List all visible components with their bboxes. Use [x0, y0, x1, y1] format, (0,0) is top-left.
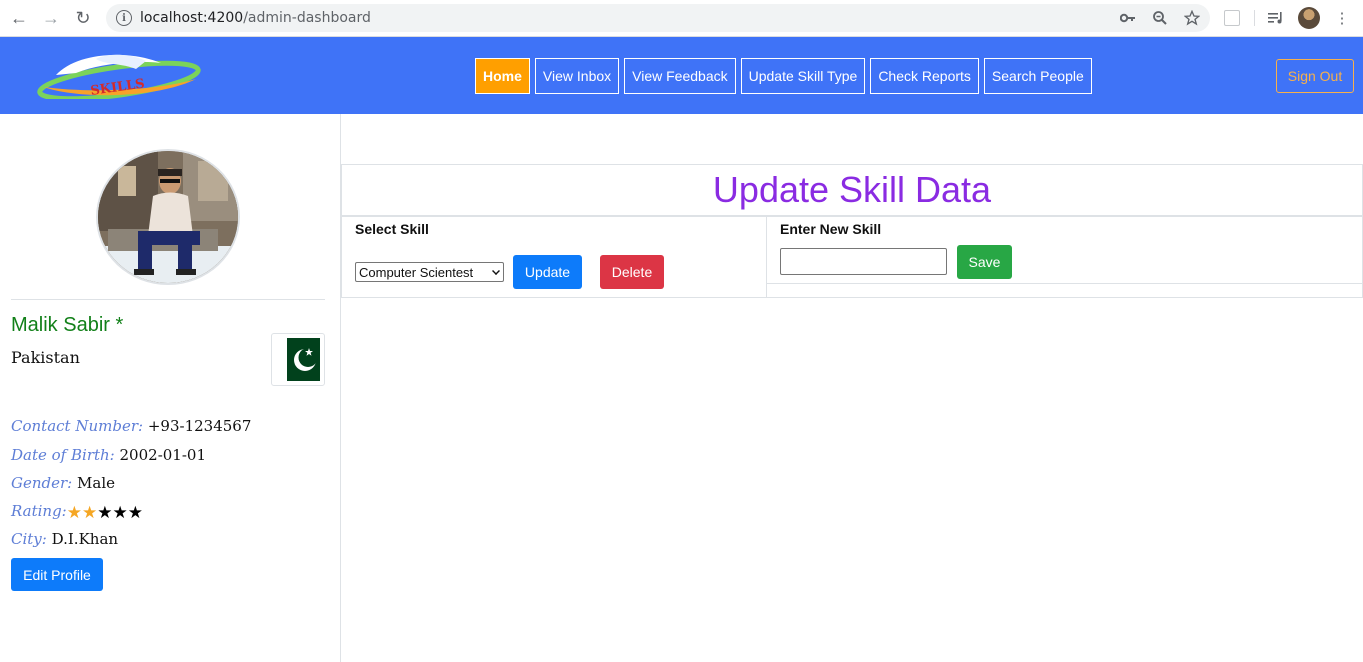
star-empty-icon: ★ — [112, 503, 128, 523]
user-country: Pakistan — [11, 348, 80, 367]
address-bar[interactable]: i localhost:4200/admin-dashboard — [106, 4, 1210, 32]
forward-icon[interactable]: → — [40, 7, 62, 29]
nav-check-reports[interactable]: Check Reports — [870, 58, 979, 94]
gender-label: Gender: — [11, 474, 73, 492]
app-navbar: SKILLS Home View Inbox View Feedback Upd… — [0, 37, 1363, 114]
nav-view-feedback[interactable]: View Feedback — [624, 58, 736, 94]
dob-label: Date of Birth: — [11, 446, 115, 464]
nav-links: Home View Inbox View Feedback Update Ski… — [475, 58, 1092, 94]
dob-row: Date of Birth: 2002-01-01 — [11, 446, 206, 464]
star-filled-icon: ★ — [66, 503, 82, 523]
user-name: Malik Sabir * — [11, 314, 124, 336]
skills-logo[interactable]: SKILLS — [36, 51, 202, 102]
site-info-icon[interactable]: i — [116, 10, 132, 26]
new-skill-panel: Enter New Skill Save — [766, 216, 1363, 284]
chevron-down-icon — [492, 267, 500, 275]
star-empty-icon: ★ — [97, 503, 113, 523]
key-icon[interactable] — [1118, 8, 1138, 28]
back-icon[interactable]: ← — [8, 7, 30, 29]
rating-stars: ★ ★ ★ ★ ★ — [67, 505, 143, 522]
city-value: D.I.Khan — [51, 530, 119, 548]
contact-number-label: Contact Number: — [11, 417, 144, 435]
nav-view-inbox[interactable]: View Inbox — [534, 58, 620, 94]
sign-out-button[interactable]: Sign Out — [1276, 59, 1354, 93]
star-bookmark-icon[interactable] — [1182, 8, 1202, 28]
extension-icon[interactable] — [1224, 10, 1240, 26]
browser-toolbar: ← → ↻ i localhost:4200/admin-dashboard ⋮ — [0, 0, 1363, 37]
skill-select-value: Computer Scientest — [359, 264, 474, 280]
contact-number-row: Contact Number: +93-1234567 — [11, 417, 251, 435]
star-filled-icon: ★ — [81, 503, 98, 523]
url-text: localhost:4200/admin-dashboard — [140, 10, 371, 26]
star-empty-icon: ★ — [127, 503, 143, 523]
select-skill-panel: Select Skill Computer Scientest Update D… — [341, 216, 767, 298]
rating-label: Rating: — [11, 502, 67, 520]
save-button[interactable]: Save — [957, 245, 1012, 279]
contact-number-value: +93-1234567 — [147, 417, 252, 435]
zoom-icon[interactable] — [1150, 8, 1170, 28]
profile-sidebar: Malik Sabir * Pakistan Contact Number: +… — [0, 114, 340, 662]
new-skill-input[interactable] — [780, 248, 947, 275]
nav-update-skill-type[interactable]: Update Skill Type — [740, 58, 866, 94]
select-skill-label: Select Skill — [355, 221, 429, 237]
media-queue-icon[interactable] — [1266, 8, 1286, 28]
edit-profile-button[interactable]: Edit Profile — [11, 558, 103, 591]
nav-search-people[interactable]: Search People — [983, 58, 1092, 94]
pakistan-flag-icon — [271, 333, 325, 386]
page-title: Update Skill Data — [712, 169, 992, 210]
nav-home[interactable]: Home — [475, 58, 530, 94]
dob-value: 2002-01-01 — [119, 446, 206, 464]
rating-row: Rating: ★ ★ ★ ★ ★ — [11, 502, 143, 522]
city-row: City: D.I.Khan — [11, 530, 118, 548]
gender-value: Male — [77, 474, 115, 492]
gender-row: Gender: Male — [11, 474, 115, 492]
divider — [11, 299, 325, 300]
skill-select[interactable]: Computer Scientest — [355, 262, 504, 282]
toolbar-divider — [1254, 10, 1255, 26]
profile-photo — [96, 149, 240, 285]
delete-button[interactable]: Delete — [600, 255, 664, 289]
browser-profile-avatar[interactable] — [1298, 7, 1320, 29]
new-skill-label: Enter New Skill — [780, 221, 882, 237]
new-skill-panel-footer — [766, 284, 1363, 298]
browser-menu-icon[interactable]: ⋮ — [1332, 8, 1352, 28]
title-box: Update Skill Data — [341, 164, 1363, 216]
main-content: Update Skill Data Select Skill Computer … — [340, 114, 1363, 662]
city-label: City: — [11, 530, 47, 548]
reload-icon[interactable]: ↻ — [72, 7, 94, 29]
update-button[interactable]: Update — [513, 255, 582, 289]
